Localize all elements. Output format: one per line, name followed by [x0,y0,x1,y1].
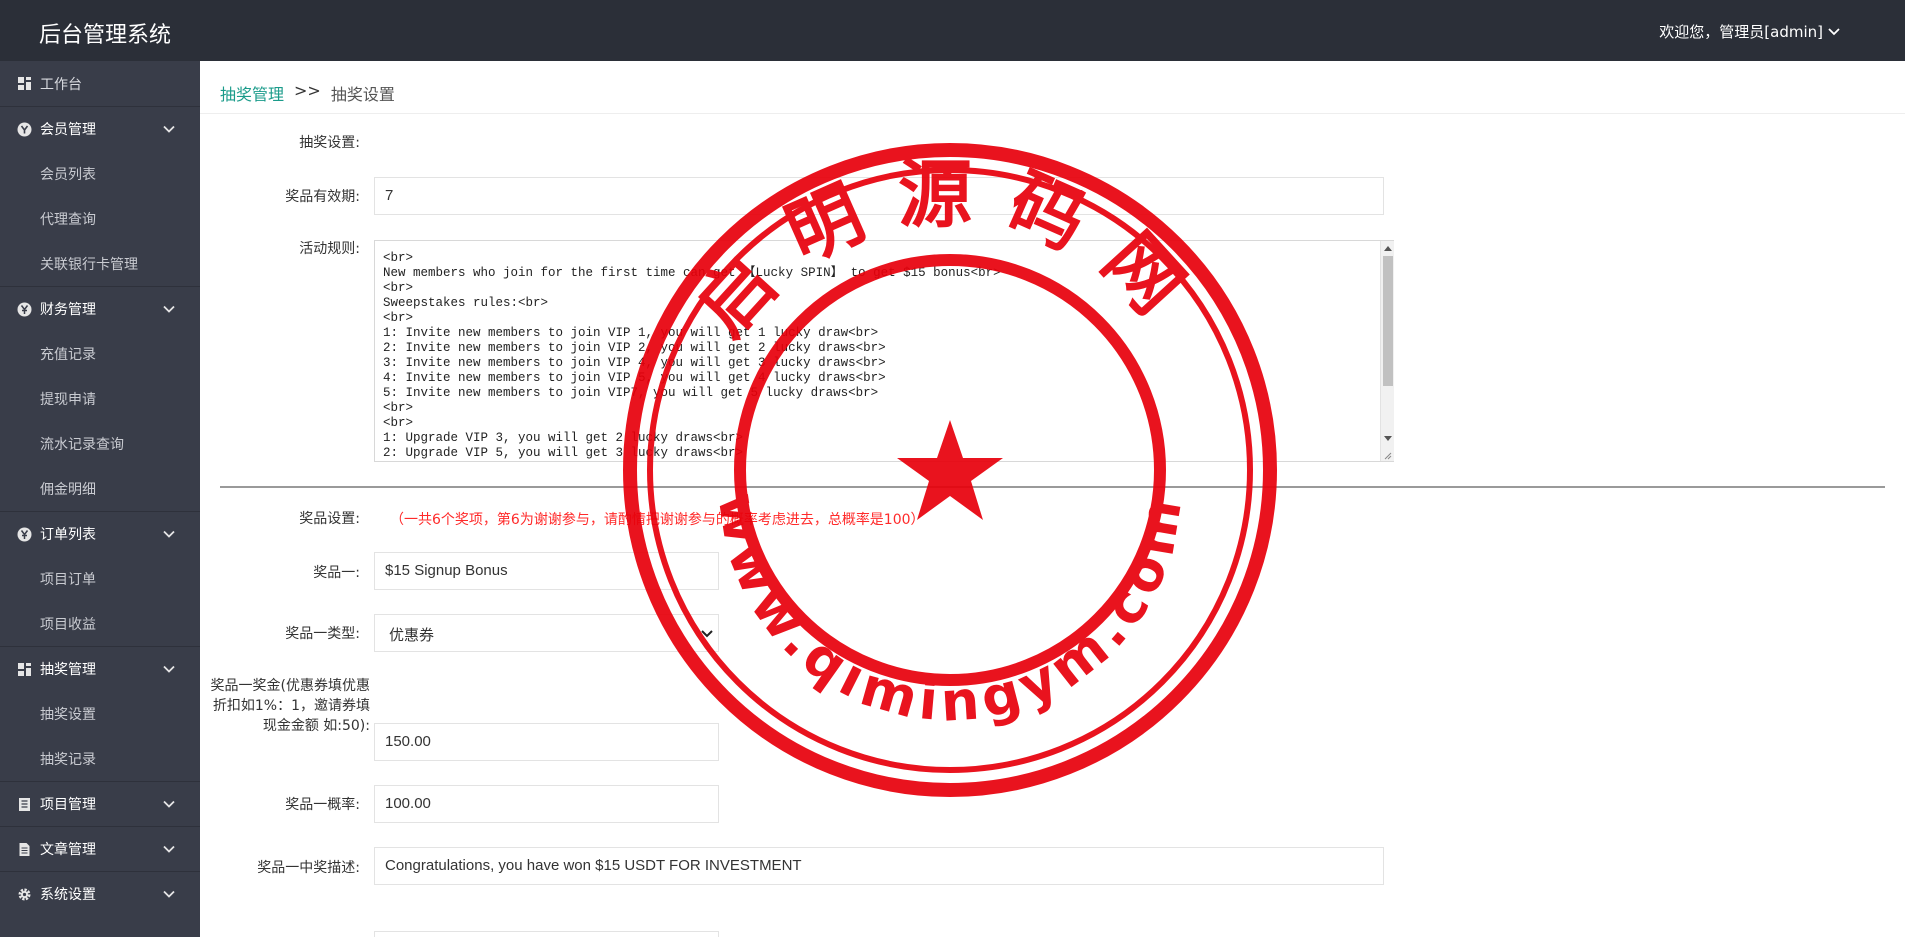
sidebar-item-label: 工作台 [40,76,82,93]
sidebar-item-label: 财务管理 [40,302,96,318]
sidebar-subitem-11[interactable]: 项目订单 [0,556,200,601]
sidebar-item-0[interactable]: 工作台 [0,61,200,106]
sidebar-subitem-15[interactable]: 抽奖记录 [0,736,200,781]
dashboard-icon [17,662,32,677]
rules-line: New members who join for the first time … [383,266,1001,280]
sidebar-item-13[interactable]: 抽奖管理 [0,646,200,691]
sidebar-item-label: 项目订单 [40,571,96,588]
scroll-up-icon[interactable] [1384,246,1392,251]
next-input-partial[interactable] [374,931,719,937]
prize1-prob-input[interactable]: 100.00 [374,785,719,823]
sidebar-item-18[interactable]: 系统设置 [0,871,200,916]
sidebar-subitem-9[interactable]: 佣金明细 [0,466,200,511]
rules-line: 2: Upgrade VIP 5, you will get 3 lucky d… [383,446,744,460]
sidebar-item-label: 项目收益 [40,616,96,633]
sidebar-item-label: 会员管理 [40,122,96,138]
sidebar-subitem-8[interactable]: 流水记录查询 [0,421,200,466]
user-menu[interactable]: 欢迎您，管理员[admin] [1659,21,1841,42]
sidebar-item-label: 佣金明细 [40,481,96,498]
rules-line: 2: Invite new members to join VIP 2, you… [383,341,886,355]
sidebar-subitem-12[interactable]: 项目收益 [0,601,200,646]
sidebar-subitem-6[interactable]: 充值记录 [0,331,200,376]
chevron-down-icon [701,630,713,638]
sidebar: 工作台会员管理会员列表代理查询关联银行卡管理 财务管理充值记录提现申请流水记录查询… [0,61,200,937]
gear-icon [17,887,32,902]
sidebar-item-label: 代理查询 [40,211,96,228]
rules-line: <br> [383,416,414,430]
prize1-amount-label: 奖品一奖金(优惠券填优惠折扣如1%：1，邀请券填现金金额 如:50): [210,678,370,734]
rules-line: Sweepstakes rules:<br> [383,296,549,310]
prize-section-label: 奖品设置: [299,511,360,527]
sidebar-item-1[interactable]: 会员管理 [0,106,200,151]
sidebar-item-label: 项目管理 [40,797,96,813]
rules-line: <br> [383,311,414,325]
scroll-down-icon[interactable] [1384,436,1392,441]
section-divider [220,486,1885,488]
dashboard-icon [17,76,32,91]
validity-label: 奖品有效期: [285,189,360,205]
app-title: 后台管理系统 [39,23,172,48]
chevron-down-icon [1828,27,1840,35]
yen-icon [17,527,32,542]
sidebar-item-label: 抽奖记录 [40,751,96,768]
sidebar-item-label: 系统设置 [40,887,96,903]
yen-icon [17,302,32,317]
document-icon [17,842,32,857]
prize1-input[interactable]: $15 Signup Bonus [374,552,719,590]
sidebar-subitem-4[interactable]: 关联银行卡管理 [0,241,200,286]
rules-scrollbar[interactable] [1380,241,1394,461]
breadcrumb-separator: >> [294,81,321,100]
rules-label: 活动规则: [299,241,360,257]
prize-note: （一共6个奖项，第6为谢谢参与，请酌情把谢谢参与的概率考虑进去，总概率是100） [390,512,925,528]
rules-line: 3: Invite new members to join VIP 4, you… [383,356,886,370]
prize1-prob-label: 奖品一概率: [285,797,360,813]
rules-textarea[interactable]: <br> New members who join for the first t… [374,240,1394,462]
sidebar-item-label: 会员列表 [40,166,96,183]
user-greeting: 欢迎您，管理员[admin] [1659,23,1823,41]
prize1-amount-input[interactable]: 150.00 [374,723,719,761]
sidebar-item-16[interactable]: 项目管理 [0,781,200,826]
breadcrumb-parent[interactable]: 抽奖管理 [220,81,284,105]
resize-handle-icon[interactable] [1382,450,1392,460]
sidebar-item-label: 提现申请 [40,391,96,408]
sidebar-item-label: 订单列表 [40,527,96,543]
rules-line: <br> [383,281,414,295]
rules-line: <br> [383,401,414,415]
prize1-desc-input[interactable]: Congratulations, you have won $15 USDT F… [374,847,1384,885]
main-content: 抽奖管理 >> 抽奖设置 抽奖设置: 奖品有效期: 7 活动规则: <br> Ne… [200,61,1905,937]
sidebar-item-label: 抽奖设置 [40,706,96,723]
breadcrumb-divider [200,113,1905,114]
sidebar-item-label: 充值记录 [40,346,96,363]
sidebar-item-label: 抽奖管理 [40,662,96,678]
sidebar-item-17[interactable]: 文章管理 [0,826,200,871]
scroll-thumb[interactable] [1383,256,1393,386]
sidebar-subitem-14[interactable]: 抽奖设置 [0,691,200,736]
top-header: 后台管理系统 欢迎您，管理员[admin] [0,0,1905,61]
user-circle-icon [17,122,32,137]
sidebar-item-label: 关联银行卡管理 [40,256,138,273]
prize1-label: 奖品一: [313,565,360,581]
section-label-lottery: 抽奖设置: [299,135,360,151]
breadcrumb: 抽奖管理 >> 抽奖设置 [220,81,395,105]
sidebar-subitem-7[interactable]: 提现申请 [0,376,200,421]
sidebar-item-10[interactable]: 订单列表 [0,511,200,556]
breadcrumb-current: 抽奖设置 [330,85,395,104]
sidebar-subitem-3[interactable]: 代理查询 [0,196,200,241]
rules-line: 1: Invite new members to join VIP 1, you… [383,326,879,340]
sidebar-subitem-2[interactable]: 会员列表 [0,151,200,196]
book-icon [17,797,32,812]
rules-line: 5: Invite new members to join VIP7, you … [383,386,879,400]
rules-line: 1: Upgrade VIP 3, you will get 2 lucky d… [383,431,744,445]
sidebar-item-label: 流水记录查询 [40,436,124,453]
validity-input[interactable]: 7 [374,177,1384,215]
prize1-desc-label: 奖品一中奖描述: [257,860,360,876]
rules-line: 4: Invite new members to join VIP 5, you… [383,371,886,385]
prize1-type-value: 优惠券 [389,626,435,644]
prize1-type-label: 奖品一类型: [285,626,360,642]
rules-line: <br> [383,251,414,265]
prize1-type-select[interactable]: 优惠券 [374,614,719,652]
sidebar-item-label: 文章管理 [40,842,96,858]
sidebar-item-5[interactable]: 财务管理 [0,286,200,331]
